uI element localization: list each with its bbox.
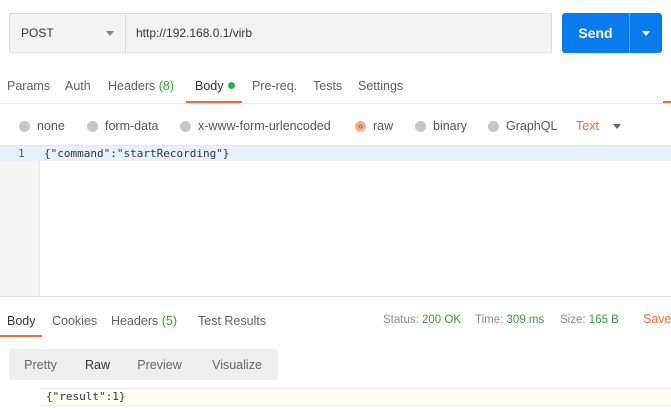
radio-icon <box>87 120 98 132</box>
body-indicator-dot <box>227 82 235 89</box>
size-value: 165 B <box>588 314 619 326</box>
headers-count: (5) <box>161 314 178 328</box>
status-value: 200 OK <box>422 314 462 326</box>
radio-label: binary <box>433 119 468 133</box>
chevron-down-icon <box>642 30 650 36</box>
tab-label: Cookies <box>52 314 98 328</box>
radio-selected-icon <box>355 120 366 132</box>
response-tab-body[interactable]: Body <box>7 314 36 328</box>
time-label: Time: <box>475 314 504 326</box>
send-button-group: Send <box>562 13 662 53</box>
radio-icon <box>19 120 30 132</box>
active-tab-indicator <box>186 101 242 103</box>
tab-label: Body <box>195 79 224 93</box>
radio-icon <box>180 120 191 132</box>
radio-label: none <box>37 119 65 133</box>
body-type-none[interactable]: none <box>19 119 65 133</box>
line-number: 1 <box>18 147 25 160</box>
tab-label: Body <box>7 314 36 328</box>
tab-label: Headers <box>111 314 159 328</box>
response-body[interactable]: {"result":1} <box>40 388 671 406</box>
save-response-button[interactable]: Save <box>643 312 671 326</box>
view-mode-visualize[interactable]: Visualize <box>196 349 278 380</box>
method-select[interactable]: POST <box>10 14 126 52</box>
body-format-label: Text <box>576 119 599 133</box>
code-line[interactable]: {"command":"startRecording"} <box>44 146 229 161</box>
view-mode-pretty[interactable]: Pretty <box>9 349 72 380</box>
tab-auth[interactable]: Auth <box>65 79 91 93</box>
radio-label: x-www-form-urlencoded <box>198 119 331 133</box>
radio-icon <box>415 120 426 132</box>
chevron-down-icon <box>612 123 621 129</box>
size-info: Size: 165 B <box>560 314 619 326</box>
tab-label: Pre-req. <box>252 79 298 93</box>
tab-label: Auth <box>65 79 91 93</box>
tab-label: Settings <box>358 79 404 93</box>
radio-icon <box>488 120 499 132</box>
request-tabs: Params Auth Headers (8) Body Pre-req. Te… <box>0 72 671 104</box>
size-label: Size: <box>560 314 586 326</box>
body-type-options: none form-data x-www-form-urlencoded raw… <box>0 112 671 140</box>
radio-label: form-data <box>105 119 159 133</box>
method-label: POST <box>21 26 54 40</box>
body-type-binary[interactable]: binary <box>415 119 467 133</box>
headers-count: (8) <box>158 79 175 93</box>
tab-params[interactable]: Params <box>7 79 50 93</box>
request-body-editor[interactable]: 1 {"command":"startRecording"} <box>0 145 671 297</box>
radio-label: GraphQL <box>506 119 558 133</box>
body-format-select[interactable]: Text <box>576 119 621 133</box>
view-mode-raw[interactable]: Raw <box>72 349 123 380</box>
url-value: http://192.168.0.1/virb <box>136 26 253 40</box>
response-view-modes: Pretty Raw Preview Visualize <box>9 349 278 380</box>
tab-tests[interactable]: Tests <box>313 79 342 93</box>
tab-pre-request[interactable]: Pre-req. <box>252 79 297 93</box>
url-input[interactable]: http://192.168.0.1/virb <box>126 14 551 52</box>
radio-label: raw <box>373 119 394 133</box>
time-info: Time: 309 ms <box>475 314 544 326</box>
tab-settings[interactable]: Settings <box>358 79 403 93</box>
line-number-gutter <box>0 146 40 296</box>
body-type-graphql[interactable]: GraphQL <box>488 119 557 133</box>
response-tab-headers[interactable]: Headers (5) <box>111 314 177 328</box>
tab-label: Test Results <box>198 314 267 328</box>
status-info: Status: 200 OK <box>383 314 461 326</box>
tab-body[interactable]: Body <box>195 79 235 93</box>
view-mode-preview[interactable]: Preview <box>123 349 196 380</box>
body-type-urlencoded[interactable]: x-www-form-urlencoded <box>180 119 331 133</box>
response-body-text: {"result":1} <box>46 390 126 403</box>
request-bar: POST http://192.168.0.1/virb <box>9 13 552 53</box>
body-type-form-data[interactable]: form-data <box>87 119 159 133</box>
chevron-down-icon <box>106 31 114 36</box>
response-tab-cookies[interactable]: Cookies <box>52 314 97 328</box>
active-tab-indicator <box>0 335 42 337</box>
tab-headers[interactable]: Headers (8) <box>108 79 174 93</box>
send-button[interactable]: Send <box>562 13 629 53</box>
response-tab-test-results[interactable]: Test Results <box>198 314 266 328</box>
cookies-link-edge <box>663 101 671 103</box>
body-type-raw[interactable]: raw <box>355 119 393 133</box>
tab-label: Headers <box>108 79 156 93</box>
response-tabs: Body Cookies Headers (5) Test Results St… <box>0 308 671 338</box>
tab-label: Params <box>7 79 51 93</box>
time-value: 309 ms <box>506 314 545 326</box>
status-label: Status: <box>383 314 419 326</box>
tab-label: Tests <box>313 79 343 93</box>
send-options-button[interactable] <box>630 13 662 53</box>
